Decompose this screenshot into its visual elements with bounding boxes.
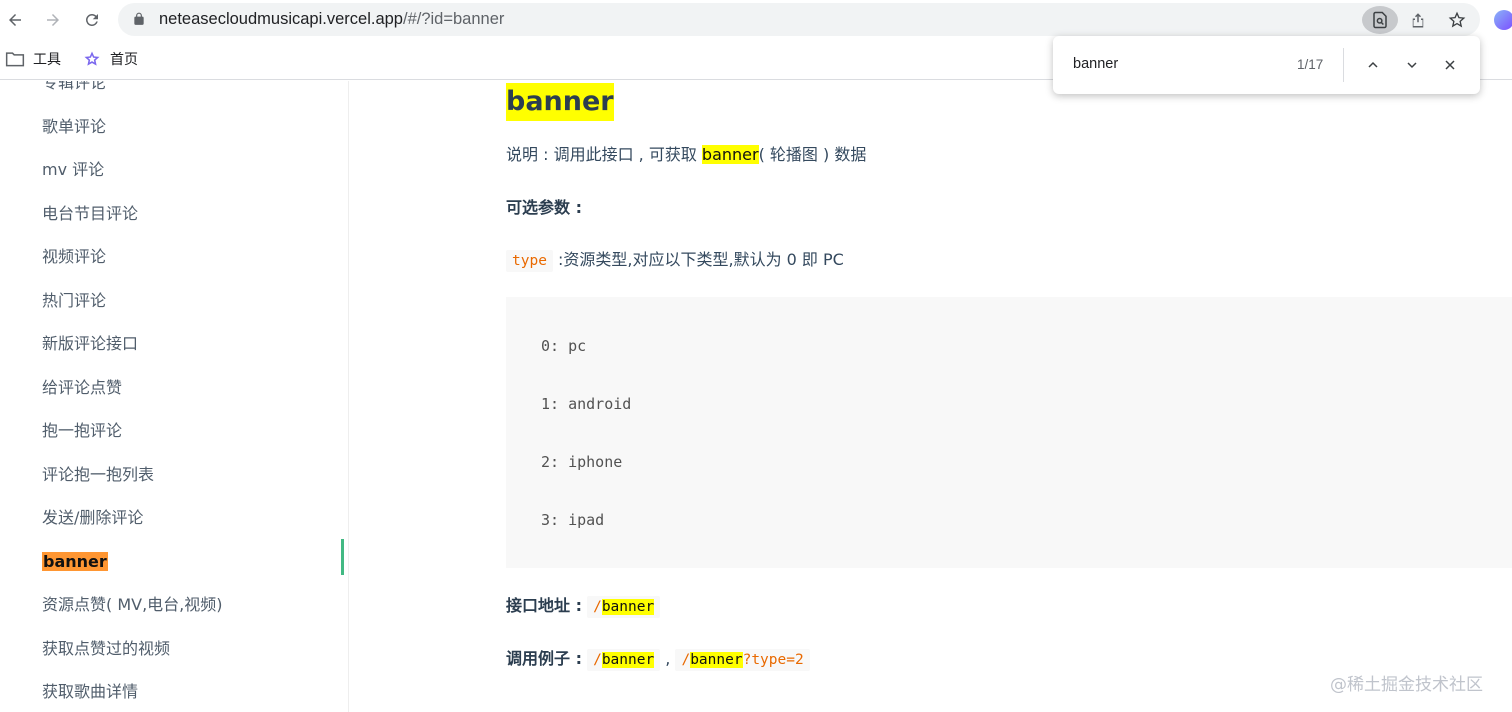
- find-input[interactable]: [1073, 56, 1273, 72]
- lock-icon: [134, 12, 144, 25]
- page-title: banner: [506, 83, 614, 121]
- chevron-down-icon: [1407, 62, 1417, 69]
- sidebar-item-label[interactable]: banner: [42, 551, 108, 571]
- sidebar-item-label[interactable]: 获取点赞过的视频: [42, 639, 170, 658]
- code-slash: /: [681, 652, 691, 668]
- search-highlight: banner: [601, 652, 655, 668]
- bookmark-label: 工具: [33, 52, 61, 68]
- example-code-2: /banner?type=2: [675, 649, 810, 671]
- code-line: 1: android: [541, 395, 632, 413]
- find-in-page-icon: [1373, 11, 1387, 29]
- address-bar[interactable]: neteasecloudmusicapi.vercel.app/#/?id=ba…: [118, 3, 1480, 36]
- bookmark-tools[interactable]: 工具: [5, 49, 61, 69]
- sidebar-item[interactable]: 发送/删除评论: [42, 496, 223, 540]
- share-button[interactable]: [1404, 6, 1432, 34]
- code-slash: /: [593, 652, 602, 668]
- sidebar-item-label[interactable]: 评论抱一抱列表: [42, 465, 154, 484]
- bookmark-label: 首页: [110, 52, 138, 68]
- star-outline-icon: [1448, 11, 1466, 28]
- sidebar-item[interactable]: mv 评论: [42, 148, 223, 192]
- arrow-left-icon: [9, 14, 21, 26]
- sidebar-item-label[interactable]: 抱一抱评论: [42, 421, 122, 440]
- sidebar-item[interactable]: 专辑评论: [42, 81, 223, 105]
- endpoint-code: /banner: [587, 596, 661, 618]
- sidebar-item-label[interactable]: 视频评论: [42, 247, 106, 266]
- sidebar-item[interactable]: 给评论点赞: [42, 366, 223, 410]
- arrow-right-icon: [47, 14, 59, 26]
- description-text: 说明 : 调用此接口 , 可获取: [506, 145, 702, 164]
- sidebar-item[interactable]: 获取点赞过的视频: [42, 627, 223, 671]
- sidebar-item-label[interactable]: 歌单评论: [42, 117, 106, 136]
- example-code-1: /banner: [587, 649, 661, 671]
- chevron-up-icon: [1368, 61, 1378, 68]
- sidebar-item[interactable]: 视频评论: [42, 235, 223, 279]
- reload-button[interactable]: [78, 6, 106, 34]
- code-line: 3: ipad: [541, 511, 605, 529]
- active-indicator: [341, 539, 344, 575]
- code-line: 0: pc: [541, 337, 587, 355]
- close-icon: [1445, 60, 1455, 70]
- code-line: 2: iphone: [541, 453, 623, 471]
- find-next-button[interactable]: [1398, 51, 1426, 79]
- sidebar-item[interactable]: 热门评论: [42, 279, 223, 323]
- example-label: 调用例子 :: [506, 649, 582, 668]
- bookmark-home[interactable]: 首页: [82, 49, 138, 69]
- endpoint-line: 接口地址 : /banner: [506, 594, 661, 619]
- folder-icon: [5, 52, 25, 67]
- reload-icon: [85, 13, 98, 26]
- browser-toolbar: neteasecloudmusicapi.vercel.app/#/?id=ba…: [0, 0, 1512, 40]
- sidebar-item-banner-active[interactable]: banner: [42, 540, 223, 584]
- extension-icon[interactable]: [1494, 10, 1512, 30]
- find-close-button[interactable]: [1436, 51, 1464, 79]
- sidebar-item-label[interactable]: 发送/删除评论: [42, 508, 143, 527]
- watermark: @稀土掘金技术社区: [1330, 675, 1483, 695]
- forward-button[interactable]: [39, 6, 67, 34]
- url-text: neteasecloudmusicapi.vercel.app/#/?id=ba…: [159, 10, 505, 28]
- sidebar-item[interactable]: 资源点赞( MV,电台,视频): [42, 583, 223, 627]
- search-highlight: banner: [701, 145, 759, 164]
- code-slash: /: [593, 599, 602, 615]
- sidebar-item-label[interactable]: 资源点赞( MV,电台,视频): [42, 595, 223, 614]
- example-line: 调用例子 : /banner , /banner?type=2: [506, 647, 810, 672]
- description: 说明 : 调用此接口 , 可获取 banner( 轮播图 ) 数据: [506, 143, 866, 167]
- sidebar-item[interactable]: 抱一抱评论: [42, 409, 223, 453]
- param-description: :资源类型,对应以下类型,默认为 0 即 PC: [552, 250, 844, 269]
- main-content: banner 说明 : 调用此接口 , 可获取 banner( 轮播图 ) 数据…: [350, 81, 1512, 712]
- sidebar-item-label[interactable]: 热门评论: [42, 291, 106, 310]
- star-icon: [84, 51, 100, 66]
- optional-params-heading: 可选参数 :: [506, 196, 582, 220]
- find-in-page-button[interactable]: [1362, 6, 1398, 34]
- sidebar-item[interactable]: 评论抱一抱列表: [42, 453, 223, 497]
- divider: [1343, 48, 1344, 82]
- sidebar-item-label[interactable]: mv 评论: [42, 160, 104, 179]
- search-highlight: banner: [601, 599, 655, 615]
- sidebar-item[interactable]: 电台节目评论: [42, 192, 223, 236]
- sidebar-item-label[interactable]: 获取歌曲详情: [42, 682, 138, 701]
- description-text: ( 轮播图 ) 数据: [758, 145, 867, 164]
- sidebar-item-label[interactable]: 新版评论接口: [42, 334, 138, 353]
- sidebar-item-label[interactable]: 给评论点赞: [42, 378, 122, 397]
- find-match-count: 1/17: [1297, 57, 1324, 72]
- sidebar-item-label[interactable]: 专辑评论: [42, 81, 106, 92]
- sidebar: 专辑评论 歌单评论 mv 评论 电台节目评论 视频评论 热门评论 新版评论接口 …: [0, 81, 349, 712]
- code-block: 0: pc 1: android 2: iphone 3: ipad: [506, 297, 1512, 568]
- share-icon: [1412, 13, 1424, 28]
- bookmark-star-button[interactable]: [1443, 6, 1471, 34]
- sidebar-item[interactable]: 获取歌曲详情: [42, 670, 223, 712]
- code-query: ?type=2: [742, 652, 804, 668]
- sidebar-item[interactable]: 歌单评论: [42, 105, 223, 149]
- example-separator: ,: [660, 649, 676, 668]
- param-line: type :资源类型,对应以下类型,默认为 0 即 PC: [506, 248, 844, 273]
- find-bar: 1/17: [1053, 36, 1480, 94]
- sidebar-item-label[interactable]: 电台节目评论: [42, 204, 138, 223]
- back-button[interactable]: [1, 6, 29, 34]
- sidebar-item[interactable]: 新版评论接口: [42, 322, 223, 366]
- search-highlight: banner: [690, 652, 743, 668]
- optional-params-label: 可选参数 :: [506, 198, 582, 217]
- endpoint-label: 接口地址 :: [506, 596, 582, 615]
- param-code: type: [506, 250, 553, 272]
- find-previous-button[interactable]: [1359, 51, 1387, 79]
- sidebar-list: 专辑评论 歌单评论 mv 评论 电台节目评论 视频评论 热门评论 新版评论接口 …: [42, 81, 223, 712]
